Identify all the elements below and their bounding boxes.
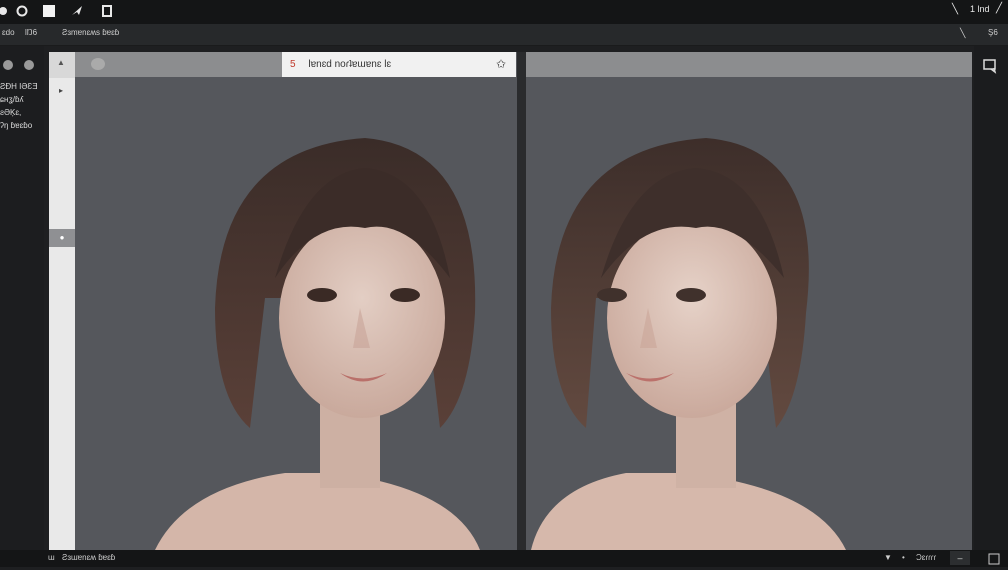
panel-line: ƨƏĶɛ, <box>0 108 22 117</box>
status-button[interactable]: – <box>950 551 970 565</box>
menu-item-document[interactable]: Ƨɜmɐnɛʍs ɓɐɛɓ <box>62 28 119 37</box>
status-dot: • <box>902 553 905 562</box>
resize-icon[interactable] <box>988 552 1000 565</box>
pen-icon[interactable]: ╱ <box>996 3 1002 14</box>
arrow-up-icon: ▲ <box>57 58 65 67</box>
ruler-corner[interactable]: ▲ <box>49 52 75 78</box>
speech-bubble-icon[interactable] <box>982 58 998 74</box>
status-zoom-label[interactable]: Ɔɛɾɾɾɾ <box>916 553 936 562</box>
dropdown-arrow-icon[interactable]: ▼ <box>884 553 892 562</box>
status-bar <box>0 550 1008 567</box>
panel-line: ɕʜʓ/ɓʎ <box>0 95 24 104</box>
left-viewport-header <box>75 52 282 77</box>
window-icon[interactable] <box>100 3 114 19</box>
menu-item-size[interactable]: Ş6 <box>988 28 998 37</box>
square-icon[interactable] <box>42 3 56 19</box>
status-glyph: ɯ <box>48 553 55 562</box>
menu-item-file[interactable]: lŊ6 <box>25 28 37 37</box>
pin-icon[interactable]: ✩ <box>496 52 506 77</box>
status-text: Ƨɜɯɐnɛʍ ɓɐɛɓ <box>62 553 116 562</box>
panel-line: ƧƉH IƏƐƎ <box>0 82 38 91</box>
right-viewport-header <box>526 52 972 77</box>
right-panel <box>974 46 1008 550</box>
menu-item-edit[interactable]: ɛdo <box>2 28 15 37</box>
ruler-marker[interactable]: ● <box>49 229 75 247</box>
tab-document[interactable]: 5 lɐnɛd noɾʇɐɯɐnɛ lɛ ✩ <box>282 52 516 77</box>
portrait-image-left <box>155 138 480 550</box>
panel-dot-icon[interactable] <box>24 60 34 70</box>
panel-dot-icon[interactable] <box>3 60 13 70</box>
panel-line: ʔŋ ɓɐɛɓo <box>0 121 33 130</box>
record-icon[interactable] <box>0 3 14 19</box>
cursor-icon[interactable] <box>70 3 84 19</box>
menu-chevron-icon[interactable]: ╲ <box>960 28 965 39</box>
menu-bar <box>0 24 1008 46</box>
user-label: 1 lnd <box>970 4 990 14</box>
disc-icon[interactable] <box>15 3 29 19</box>
tab-title: lɐnɛd noɾʇɐɯɐnɛ lɛ <box>308 59 392 70</box>
portrait-image-right <box>531 138 846 550</box>
chevron-icon[interactable]: ╲ <box>952 4 958 15</box>
split-divider[interactable] <box>517 52 526 550</box>
toggle-icon[interactable] <box>91 58 105 70</box>
tab-index: 5 <box>290 59 296 70</box>
top-toolbar <box>0 0 1008 24</box>
arrow-icon: ▸ <box>59 86 64 95</box>
vertical-ruler[interactable]: ▸ <box>49 78 75 550</box>
